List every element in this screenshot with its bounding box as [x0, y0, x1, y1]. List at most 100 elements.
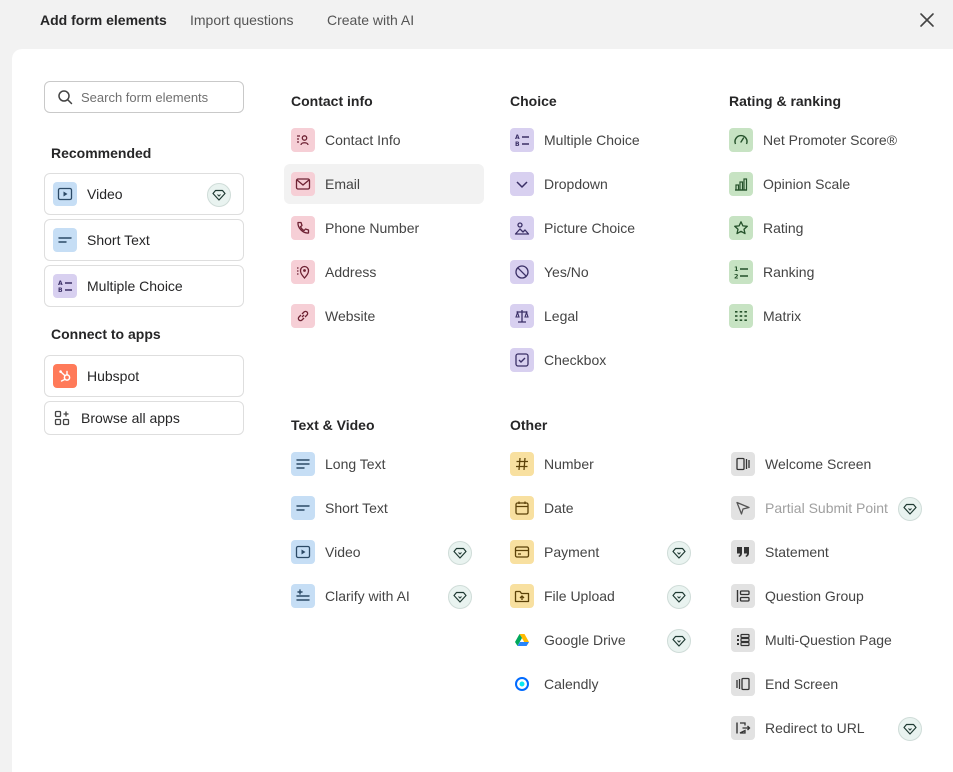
element-rating[interactable]: Rating — [722, 208, 922, 248]
text-video-heading: Text & Video — [291, 417, 375, 433]
element-label: Opinion Scale — [763, 176, 851, 192]
svg-text:A: A — [58, 280, 63, 287]
element-label: Multiple Choice — [544, 132, 640, 148]
element-label: Number — [544, 456, 594, 472]
element-ranking[interactable]: 12 Ranking — [722, 252, 922, 292]
element-net-promoter-score[interactable]: Net Promoter Score® — [722, 120, 922, 160]
element-end-screen[interactable]: End Screen — [724, 664, 922, 704]
search-box[interactable] — [44, 81, 244, 113]
envelope-icon — [291, 172, 315, 196]
element-calendly[interactable]: Calendly — [503, 664, 691, 704]
element-phone-number[interactable]: Phone Number — [284, 208, 484, 248]
diamond-icon — [667, 541, 691, 565]
element-website[interactable]: Website — [284, 296, 484, 336]
element-date[interactable]: Date — [503, 488, 691, 528]
element-clarify-with-ai[interactable]: Clarify with AI — [284, 576, 472, 616]
hash-icon — [510, 452, 534, 476]
top-bar: Add form elements Import questions Creat… — [0, 0, 953, 42]
close-icon[interactable] — [919, 12, 935, 28]
elements-panel: Recommended Video Short Text AB Multiple… — [12, 49, 953, 772]
diamond-icon — [448, 585, 472, 609]
tab-import-questions[interactable]: Import questions — [190, 12, 294, 28]
send-icon — [731, 496, 755, 520]
link-icon — [291, 304, 315, 328]
element-label: Net Promoter Score® — [763, 132, 898, 148]
element-matrix[interactable]: Matrix — [722, 296, 922, 336]
short-text-icon — [53, 228, 77, 252]
element-multiple-choice[interactable]: AB Multiple Choice — [503, 120, 703, 160]
element-video[interactable]: Video — [284, 532, 472, 572]
short-text-icon — [291, 496, 315, 520]
element-google-drive[interactable]: Google Drive — [503, 620, 691, 660]
video-icon — [53, 182, 77, 206]
recommended-short-text[interactable]: Short Text — [44, 219, 244, 261]
element-question-group[interactable]: Question Group — [724, 576, 922, 616]
recommended-video-label: Video — [87, 186, 123, 202]
element-legal[interactable]: Legal — [503, 296, 703, 336]
browse-all-apps[interactable]: Browse all apps — [44, 401, 244, 435]
recommended-video[interactable]: Video — [44, 173, 244, 215]
element-long-text[interactable]: Long Text — [284, 444, 472, 484]
diamond-icon — [667, 629, 691, 653]
element-multi-question-page[interactable]: Multi-Question Page — [724, 620, 922, 660]
element-welcome-screen[interactable]: Welcome Screen — [724, 444, 922, 484]
checkbox-icon — [510, 348, 534, 372]
element-label: Date — [544, 500, 574, 516]
element-label: Dropdown — [544, 176, 608, 192]
element-picture-choice[interactable]: Picture Choice — [503, 208, 703, 248]
app-hubspot[interactable]: Hubspot — [44, 355, 244, 397]
element-statement[interactable]: Statement — [724, 532, 922, 572]
element-opinion-scale[interactable]: Opinion Scale — [722, 164, 922, 204]
element-payment[interactable]: Payment — [503, 532, 691, 572]
element-label: Contact Info — [325, 132, 401, 148]
matrix-icon — [729, 304, 753, 328]
element-redirect-to-url[interactable]: Redirect to URL — [724, 708, 922, 748]
search-icon — [58, 90, 73, 105]
element-partial-submit-point[interactable]: Partial Submit Point — [724, 488, 922, 528]
svg-text:A: A — [515, 134, 520, 141]
element-label: Ranking — [763, 264, 815, 280]
element-dropdown[interactable]: Dropdown — [503, 164, 703, 204]
element-short-text[interactable]: Short Text — [284, 488, 472, 528]
star-icon — [729, 216, 753, 240]
clarify-ai-icon — [291, 584, 315, 608]
connect-apps-heading: Connect to apps — [51, 326, 161, 342]
element-label: Phone Number — [325, 220, 420, 236]
element-label: Multi-Question Page — [765, 632, 892, 648]
calendly-icon — [510, 672, 534, 696]
element-address[interactable]: Address — [284, 252, 484, 292]
element-label: Rating — [763, 220, 804, 236]
calendar-icon — [510, 496, 534, 520]
svg-text:2: 2 — [734, 273, 739, 281]
recommended-multiple-choice[interactable]: AB Multiple Choice — [44, 265, 244, 307]
element-label: Website — [325, 308, 376, 324]
search-input[interactable] — [81, 89, 231, 105]
element-contact-info[interactable]: Contact Info — [284, 120, 484, 160]
element-file-upload[interactable]: File Upload — [503, 576, 691, 616]
element-checkbox[interactable]: Checkbox — [503, 340, 703, 380]
element-yes-no[interactable]: Yes/No — [503, 252, 703, 292]
quote-icon — [731, 540, 755, 564]
multiple-choice-icon: AB — [510, 128, 534, 152]
long-text-icon — [291, 452, 315, 476]
tab-add-form-elements[interactable]: Add form elements — [40, 12, 167, 28]
diamond-icon — [898, 717, 922, 741]
element-label: Email — [325, 176, 361, 192]
rating-ranking-heading: Rating & ranking — [729, 93, 842, 109]
element-label: Statement — [765, 544, 829, 560]
grid-plus-icon — [53, 406, 71, 430]
tab-create-with-ai[interactable]: Create with AI — [327, 12, 414, 28]
contact-card-icon — [291, 128, 315, 152]
element-label: Picture Choice — [544, 220, 636, 236]
scale-icon — [510, 304, 534, 328]
element-label: Clarify with AI — [325, 588, 410, 604]
other-heading: Other — [510, 417, 548, 433]
diamond-icon — [207, 183, 231, 207]
credit-card-icon — [510, 540, 534, 564]
element-label: Long Text — [325, 456, 386, 472]
app-hubspot-label: Hubspot — [87, 368, 140, 384]
element-email[interactable]: Email — [284, 164, 484, 204]
element-label: Checkbox — [544, 352, 607, 368]
contact-info-heading: Contact info — [291, 93, 373, 109]
element-number[interactable]: Number — [503, 444, 691, 484]
